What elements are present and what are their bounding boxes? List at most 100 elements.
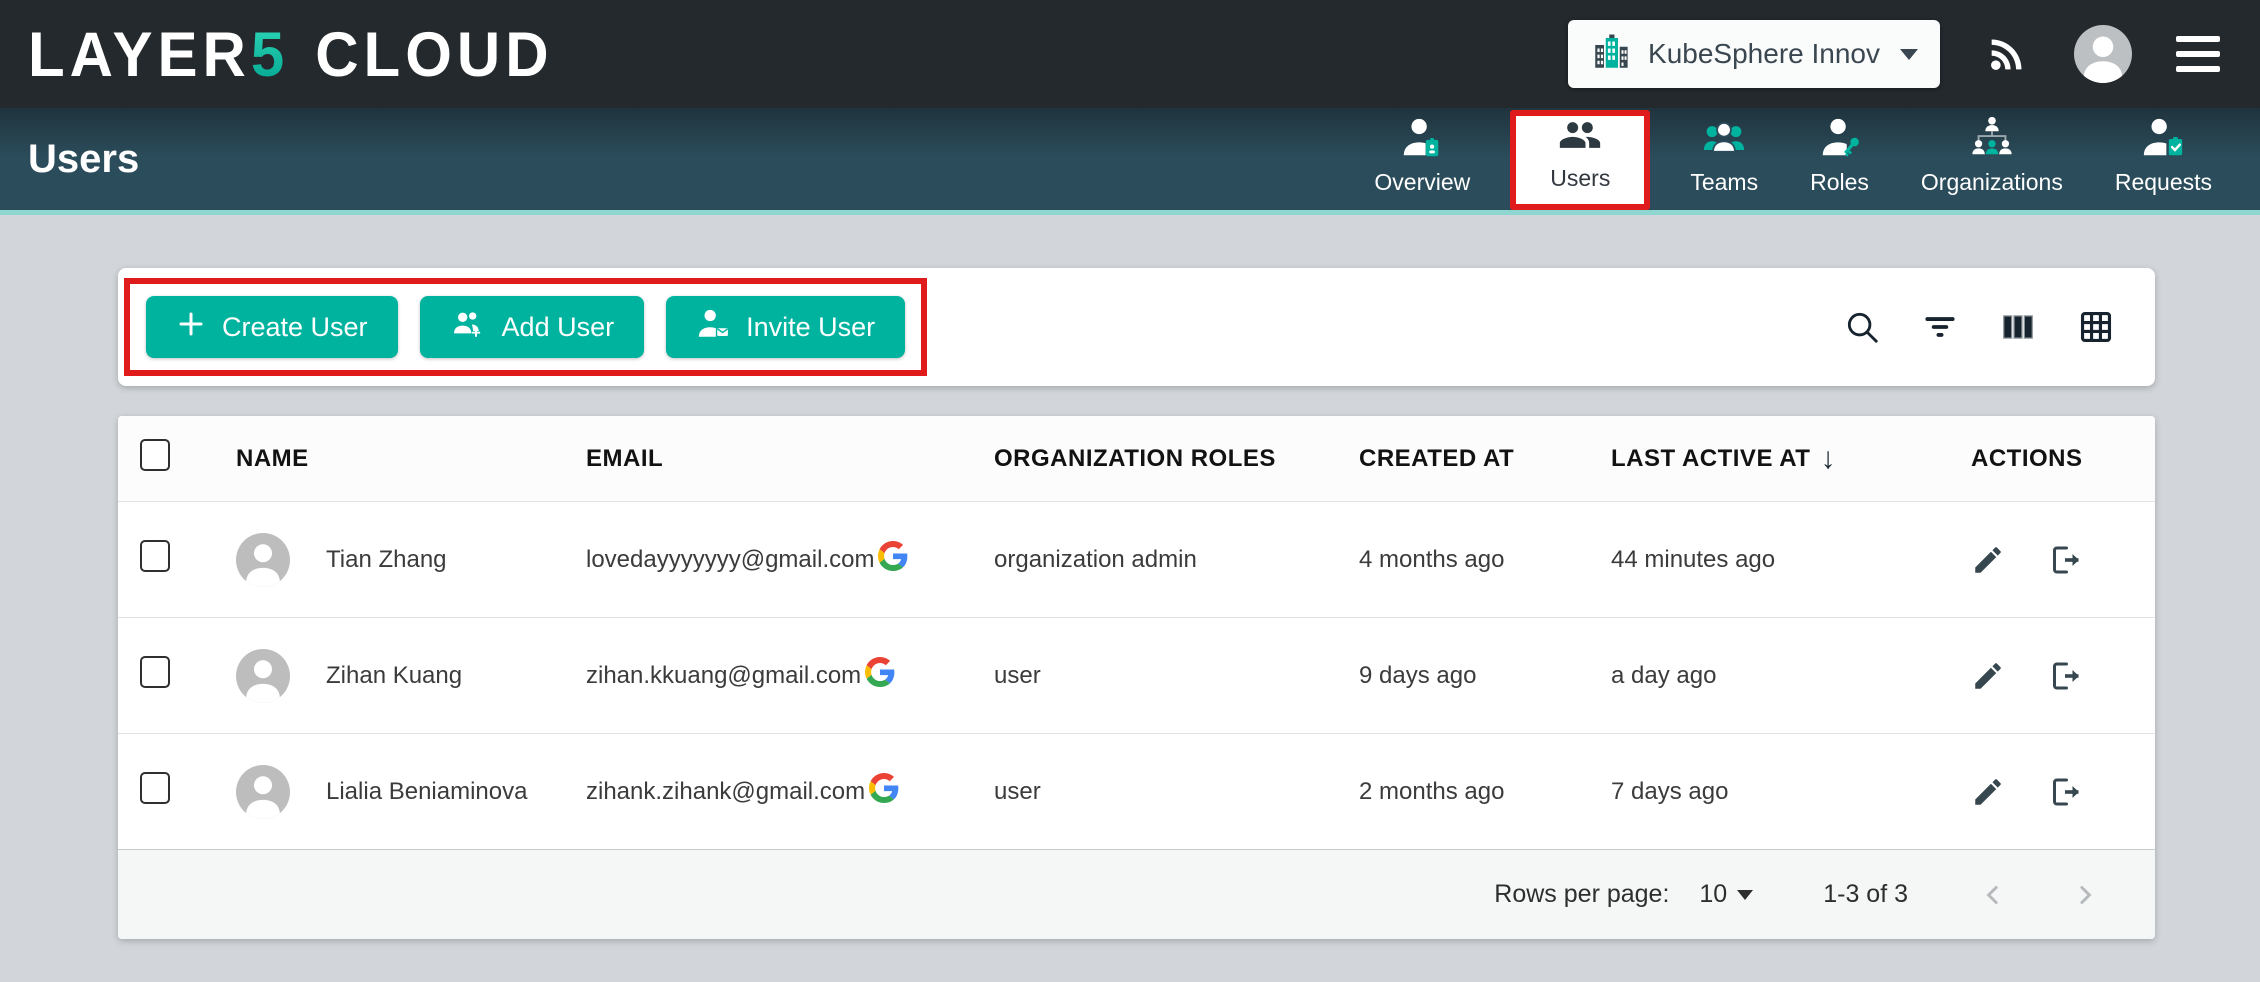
column-header-email[interactable]: EMAIL: [586, 445, 994, 473]
user-role: user: [994, 778, 1359, 806]
filter-icon[interactable]: [1921, 308, 1959, 346]
organization-name: KubeSphere Innov: [1648, 38, 1880, 70]
user-created-at: 4 months ago: [1359, 546, 1611, 574]
chevron-down-icon: [1900, 49, 1918, 60]
building-icon: [1590, 31, 1632, 78]
user-name: Lialia Beniaminova: [326, 778, 527, 806]
tab-label: Roles: [1810, 169, 1869, 196]
button-label: Create User: [222, 312, 368, 343]
tab-label: Overview: [1374, 169, 1470, 196]
team-icon: [1699, 115, 1749, 161]
tab-teams[interactable]: Teams: [1664, 103, 1784, 210]
user-email: zihank.zihank@gmail.com: [586, 778, 865, 806]
user-name: Tian Zhang: [326, 546, 447, 574]
nav-tabs: Overview Users Teams: [1348, 108, 2238, 210]
pagination-range: 1-3 of 3: [1823, 880, 1908, 909]
google-icon: [869, 773, 899, 810]
tab-label: Teams: [1690, 169, 1758, 196]
column-header-created-at[interactable]: CREATED AT: [1359, 445, 1611, 473]
remove-user-icon[interactable]: [2047, 774, 2083, 810]
row-checkbox[interactable]: [140, 540, 170, 572]
logo-five: 5: [251, 18, 289, 90]
tab-organizations[interactable]: Organizations: [1895, 103, 2089, 210]
sort-desc-icon: ↓: [1820, 442, 1836, 476]
person-badge-icon: [1398, 115, 1446, 161]
edit-user-icon[interactable]: [1971, 543, 2005, 577]
annotation-red-box: Create User Add User: [124, 278, 927, 376]
logo-layer: LAYER: [28, 18, 251, 90]
logo-cloud: CLOUD: [315, 18, 553, 90]
person-clipboard-icon: [2139, 115, 2187, 161]
org-chart-icon: [1968, 115, 2016, 161]
user-last-active: 7 days ago: [1611, 778, 1971, 806]
remove-user-icon[interactable]: [2047, 658, 2083, 694]
table-header-row: NAME EMAIL ORGANIZATION ROLES CREATED AT…: [118, 416, 2155, 501]
chevron-down-icon: [1737, 890, 1753, 900]
select-all-checkbox[interactable]: [140, 439, 170, 471]
edit-user-icon[interactable]: [1971, 775, 2005, 809]
table-pagination: Rows per page: 10 1-3 of 3: [118, 849, 2155, 939]
people-icon: [1555, 113, 1605, 157]
grid-icon[interactable]: [2077, 308, 2115, 346]
users-toolbar: Create User Add User: [118, 268, 2155, 386]
user-role: user: [994, 662, 1359, 690]
row-checkbox[interactable]: [140, 656, 170, 688]
plus-icon: [176, 309, 206, 346]
user-created-at: 2 months ago: [1359, 778, 1611, 806]
user-name: Zihan Kuang: [326, 662, 462, 690]
user-avatar: [236, 649, 290, 703]
tab-requests[interactable]: Requests: [2089, 103, 2238, 210]
table-body: Tian Zhang lovedayyyyyyy@gmail.com organ…: [118, 501, 2155, 849]
google-icon: [865, 657, 895, 694]
add-user-button[interactable]: Add User: [420, 296, 645, 358]
table-row: Tian Zhang lovedayyyyyyy@gmail.com organ…: [118, 501, 2155, 617]
columns-icon[interactable]: [1999, 308, 2037, 346]
users-table: NAME EMAIL ORGANIZATION ROLES CREATED AT…: [118, 416, 2155, 939]
user-created-at: 9 days ago: [1359, 662, 1611, 690]
rows-per-page-select[interactable]: 10: [1699, 880, 1753, 909]
table-row: Zihan Kuang zihan.kkuang@gmail.com user: [118, 617, 2155, 733]
invite-user-button[interactable]: Invite User: [666, 296, 905, 358]
column-header-last-active-at[interactable]: LAST ACTIVE AT ↓: [1611, 442, 1971, 476]
user-avatar: [236, 765, 290, 819]
person-invite-icon: [696, 307, 730, 348]
page-title: Users: [28, 137, 139, 182]
section-navbar: Users Overview Users: [0, 108, 2260, 215]
table-row: Lialia Beniaminova zihank.zihank@gmail.c…: [118, 733, 2155, 849]
tab-label: Organizations: [1921, 169, 2063, 196]
create-user-button[interactable]: Create User: [146, 296, 398, 358]
column-header-actions: ACTIONS: [1971, 445, 2155, 473]
person-add-icon: [450, 308, 486, 347]
user-last-active: 44 minutes ago: [1611, 546, 1971, 574]
tab-label: Requests: [2115, 169, 2212, 196]
user-email: lovedayyyyyyy@gmail.com: [586, 546, 874, 574]
broadcast-icon[interactable]: [1984, 31, 2030, 77]
row-checkbox[interactable]: [140, 772, 170, 804]
menu-icon[interactable]: [2176, 36, 2220, 72]
button-label: Invite User: [746, 312, 875, 343]
layer5-cloud-logo: LAYER5 CLOUD: [28, 18, 554, 90]
top-header: LAYER5 CLOUD: [0, 0, 2260, 108]
user-role: organization admin: [994, 546, 1359, 574]
previous-page-icon[interactable]: [1978, 880, 2008, 910]
rows-per-page-value: 10: [1699, 880, 1727, 909]
rows-per-page-label: Rows per page:: [1494, 880, 1669, 909]
user-email: zihan.kkuang@gmail.com: [586, 662, 861, 690]
next-page-icon[interactable]: [2070, 880, 2100, 910]
user-avatar: [236, 533, 290, 587]
column-header-org-roles[interactable]: ORGANIZATION ROLES: [994, 445, 1359, 473]
edit-user-icon[interactable]: [1971, 659, 2005, 693]
google-icon: [878, 541, 908, 578]
search-icon[interactable]: [1843, 308, 1881, 346]
user-last-active: a day ago: [1611, 662, 1971, 690]
button-label: Add User: [502, 312, 615, 343]
tab-overview[interactable]: Overview: [1348, 103, 1496, 210]
person-key-icon: [1816, 115, 1864, 161]
user-avatar-menu[interactable]: [2074, 25, 2132, 83]
tab-users[interactable]: Users: [1510, 110, 1650, 210]
organization-selector[interactable]: KubeSphere Innov: [1568, 20, 1940, 88]
column-header-name[interactable]: NAME: [236, 445, 586, 473]
tab-label: Users: [1550, 165, 1610, 192]
remove-user-icon[interactable]: [2047, 542, 2083, 578]
tab-roles[interactable]: Roles: [1784, 103, 1895, 210]
